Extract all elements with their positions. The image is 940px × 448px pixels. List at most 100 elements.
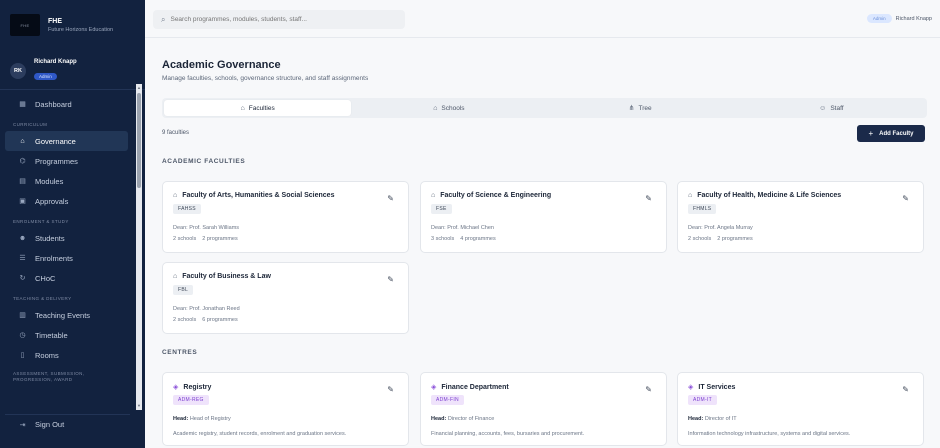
nav-section-assessment: ASSESSMENT, SUBMISSION, PROGRESSION, AWA… bbox=[13, 371, 85, 382]
building-icon: ⌂ bbox=[688, 192, 693, 199]
top-user-name: Richard Knapp bbox=[895, 15, 932, 22]
faculty-stats: 3 schools 4 programmes bbox=[431, 236, 496, 242]
centres-heading: CENTRES bbox=[162, 349, 198, 356]
scroll-up-icon[interactable]: ▲ bbox=[137, 85, 141, 91]
faculty-card[interactable]: ⌂ Faculty of Science & Engineering ✎ FSE… bbox=[420, 181, 667, 253]
brand-short-name: FHE bbox=[48, 17, 62, 25]
building-icon: ⌂ bbox=[173, 273, 178, 280]
faculty-dean: Dean: Prof. Angela Murray bbox=[688, 225, 753, 231]
layers-icon: ◈ bbox=[173, 384, 179, 391]
faculty-dean: Dean: Prof. Michael Chen bbox=[431, 225, 494, 231]
calendar-icon: ▥ bbox=[19, 312, 26, 319]
nav-section-curriculum: CURRICULUM bbox=[13, 122, 48, 127]
tab-bar: ⌂ Faculties ⌂ Schools ⋔ Tree ☺ Staff bbox=[162, 98, 927, 118]
sidebar-item-approvals[interactable]: ▣ Approvals bbox=[5, 191, 128, 211]
centre-name: Finance Department bbox=[441, 383, 509, 391]
edit-icon[interactable]: ✎ bbox=[902, 194, 909, 203]
edit-icon[interactable]: ✎ bbox=[902, 385, 909, 394]
top-user-menu[interactable]: Admin Richard Knapp bbox=[866, 14, 932, 23]
building-icon: ⌂ bbox=[431, 192, 436, 199]
tab-schools[interactable]: ⌂ Schools bbox=[355, 100, 542, 116]
page-subtitle: Manage faculties, schools, governance st… bbox=[162, 75, 369, 82]
faculty-name: Faculty of Science & Engineering bbox=[440, 192, 552, 199]
tab-faculties[interactable]: ⌂ Faculties bbox=[164, 100, 352, 116]
scroll-down-icon[interactable]: ▼ bbox=[137, 403, 141, 409]
centre-description: Financial planning, accounts, fees, burs… bbox=[431, 431, 585, 437]
faculty-code: FBL bbox=[173, 285, 194, 295]
user-icon: ☺ bbox=[819, 104, 827, 112]
faculty-name: Faculty of Health, Medicine & Life Scien… bbox=[697, 192, 842, 199]
dashboard-icon: ▦ bbox=[19, 101, 26, 108]
faculty-card[interactable]: ⌂ Faculty of Health, Medicine & Life Sci… bbox=[677, 181, 924, 253]
faculty-code: FAHSS bbox=[173, 204, 201, 214]
search-input[interactable] bbox=[170, 16, 391, 23]
sidebar-item-rooms[interactable]: ▯ Rooms bbox=[5, 345, 128, 365]
academic-faculties-heading: ACADEMIC FACULTIES bbox=[162, 158, 246, 165]
centre-name: Registry bbox=[183, 383, 212, 391]
centre-code: ADM-IT bbox=[688, 395, 718, 405]
faculty-code: FSE bbox=[431, 204, 452, 214]
building-icon: ⌂ bbox=[173, 192, 178, 199]
avatar: RK bbox=[10, 62, 26, 79]
centre-card[interactable]: ◈ Registry ✎ ADM-REG Head: Head of Regis… bbox=[162, 372, 409, 446]
tab-tree[interactable]: ⋔ Tree bbox=[547, 100, 734, 116]
faculty-dean: Dean: Prof. Jonathan Reed bbox=[173, 306, 240, 312]
sidebar-item-students[interactable]: ☻ Students bbox=[5, 228, 128, 248]
search-box[interactable]: ⌕ bbox=[153, 10, 405, 29]
search-icon: ⌕ bbox=[161, 14, 166, 24]
faculty-stats: 2 schools 6 programmes bbox=[173, 317, 238, 323]
door-icon: ▯ bbox=[20, 352, 25, 359]
sidebar-item-teaching-events[interactable]: ▥ Teaching Events bbox=[5, 305, 128, 325]
sidebar-item-governance[interactable]: ⌂ Governance bbox=[5, 131, 128, 151]
faculty-code: FHMLS bbox=[688, 204, 717, 214]
refresh-icon: ↻ bbox=[19, 275, 26, 282]
sidebar-item-modules[interactable]: ▤ Modules bbox=[5, 171, 128, 191]
add-faculty-button[interactable]: + Add Faculty bbox=[857, 125, 925, 142]
tab-staff[interactable]: ☺ Staff bbox=[738, 100, 925, 116]
sidebar-item-choc[interactable]: ↻ CHoC bbox=[5, 268, 128, 288]
sidebar-user[interactable]: RK Richard Knapp Admin bbox=[0, 52, 145, 90]
faculty-dean: Dean: Prof. Sarah Williams bbox=[173, 225, 240, 231]
sidebar-scrollbar[interactable]: ▲ ▼ bbox=[136, 84, 142, 410]
faculty-card[interactable]: ⌂ Faculty of Business & Law ✎ FBL Dean: … bbox=[162, 262, 409, 334]
list-icon: ☰ bbox=[19, 255, 26, 262]
clipboard-icon: ▣ bbox=[19, 198, 26, 205]
plus-icon: + bbox=[868, 129, 874, 138]
edit-icon[interactable]: ✎ bbox=[645, 385, 652, 394]
sidebar-nav: ▦ Dashboard CURRICULUM ⌂ Governance ⌬ Progr… bbox=[0, 88, 136, 385]
scroll-thumb[interactable] bbox=[137, 93, 141, 188]
users-icon: ☻ bbox=[18, 234, 27, 242]
sidebar-item-programmes[interactable]: ⌬ Programmes bbox=[5, 151, 128, 171]
brand-full-name: Future Horizons Education bbox=[48, 26, 114, 33]
centre-description: Information technology infrastructure, s… bbox=[688, 431, 851, 437]
brand[interactable]: FHE FHE Future Horizons Education bbox=[0, 0, 145, 40]
sidebar-item-timetable[interactable]: ◷ Timetable bbox=[5, 325, 128, 345]
edit-icon[interactable]: ✎ bbox=[387, 385, 394, 394]
logout-icon: ⇥ bbox=[19, 421, 26, 429]
nav-section-enrolment: ENROLMENT & STUDY bbox=[13, 219, 69, 224]
layers-icon: ◈ bbox=[431, 384, 437, 391]
sidebar-item-enrolments[interactable]: ☰ Enrolments bbox=[5, 248, 128, 268]
faculty-stats: 2 schools 2 programmes bbox=[173, 236, 238, 242]
centre-card[interactable]: ◈ IT Services ✎ ADM-IT Head: Director of… bbox=[677, 372, 924, 446]
book-icon: ▤ bbox=[19, 178, 26, 185]
sign-out-button[interactable]: ⇥ Sign Out bbox=[5, 414, 130, 434]
building-icon: ⌂ bbox=[20, 137, 25, 145]
centre-head: Head: Director of Finance bbox=[431, 416, 495, 422]
centre-code: ADM-REG bbox=[173, 395, 209, 405]
sidebar: FHE FHE Future Horizons Education RK Ric… bbox=[0, 0, 145, 448]
edit-icon[interactable]: ✎ bbox=[645, 194, 652, 203]
faculty-card[interactable]: ⌂ Faculty of Arts, Humanities & Social S… bbox=[162, 181, 409, 253]
brand-logo: FHE bbox=[10, 14, 40, 36]
sidebar-item-dashboard[interactable]: ▦ Dashboard bbox=[5, 94, 128, 114]
clock-icon: ◷ bbox=[19, 332, 26, 339]
building-icon: ⌂ bbox=[240, 104, 245, 112]
main-content: Academic Governance Manage faculties, sc… bbox=[145, 38, 940, 448]
faculty-stats: 2 schools 2 programmes bbox=[688, 236, 753, 242]
centre-card[interactable]: ◈ Finance Department ✎ ADM-FIN Head: Dir… bbox=[420, 372, 667, 446]
layers-icon: ◈ bbox=[688, 384, 694, 391]
edit-icon[interactable]: ✎ bbox=[387, 194, 394, 203]
edit-icon[interactable]: ✎ bbox=[387, 275, 394, 284]
graduation-cap-icon: ⌬ bbox=[19, 158, 26, 165]
faculty-count: 9 faculties bbox=[162, 130, 190, 136]
